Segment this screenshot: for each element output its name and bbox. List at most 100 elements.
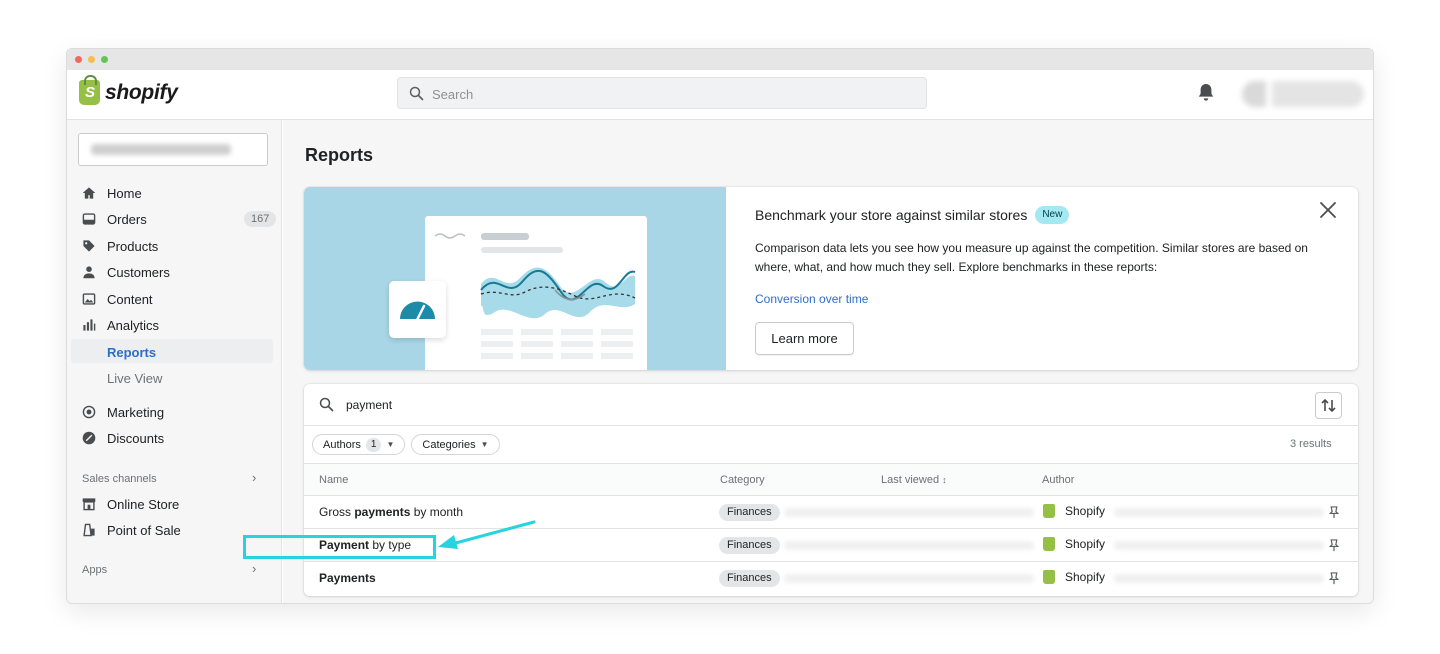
sidebar-item-label: Discounts — [107, 430, 165, 446]
annotation-highlight-box — [243, 535, 436, 559]
report-author: Shopify — [1043, 537, 1105, 551]
shopify-bag-icon: S — [79, 75, 100, 105]
sidebar-item-orders[interactable]: Orders 167 — [81, 208, 277, 230]
bar-chart-icon — [81, 318, 96, 333]
sidebar-item-marketing[interactable]: Marketing — [81, 401, 271, 423]
column-header-name[interactable]: Name — [319, 474, 348, 486]
sidebar-item-content[interactable]: Content — [81, 288, 271, 310]
pin-icon[interactable] — [1328, 506, 1340, 519]
person-icon — [81, 265, 96, 280]
chevron-right-icon[interactable]: › — [252, 561, 256, 576]
report-name-link[interactable]: Payments — [319, 571, 376, 585]
redacted-last-viewed — [784, 541, 1034, 550]
sidebar-item-analytics[interactable]: Analytics — [81, 314, 271, 336]
column-header-category[interactable]: Category — [720, 474, 765, 486]
bell-icon[interactable] — [1197, 83, 1215, 103]
sales-channels-heading: Sales channels — [82, 473, 157, 485]
pos-icon — [81, 523, 96, 538]
sort-arrows-icon — [1321, 398, 1336, 413]
image-icon — [81, 292, 96, 307]
redacted-cell — [1114, 508, 1324, 517]
category-badge: Finances — [719, 504, 780, 521]
sidebar-item-discounts[interactable]: Discounts — [81, 427, 271, 449]
caret-down-icon: ▼ — [480, 440, 489, 449]
authors-filter-chip[interactable]: Authors 1 ▼ — [312, 434, 406, 455]
category-badge: Finances — [719, 570, 780, 587]
apps-heading: Apps — [82, 564, 108, 576]
discount-icon — [81, 431, 96, 446]
active-nav-highlight — [71, 339, 273, 363]
target-icon — [81, 405, 96, 420]
reports-list-card: payment Authors 1 ▼ Categories ▼ 3 resul… — [304, 384, 1358, 596]
tag-icon — [81, 239, 96, 254]
banner-title-text: Benchmark your store against similar sto… — [755, 207, 1028, 223]
home-icon — [81, 186, 96, 201]
sidebar-item-label: Home — [107, 185, 142, 201]
redacted-last-viewed — [784, 508, 1034, 517]
chip-label: Authors — [323, 438, 361, 451]
browser-window: S shopify Search Home Orders 167 Product… — [66, 48, 1374, 604]
banner-title: Benchmark your store against similar sto… — [755, 206, 1070, 224]
report-author: Shopify — [1043, 504, 1105, 518]
report-filter-bar[interactable]: payment — [304, 384, 1358, 426]
search-placeholder: Search — [432, 87, 474, 102]
sidebar-item-label: Content — [107, 291, 153, 307]
benchmark-illustration — [304, 187, 726, 370]
account-menu[interactable] — [1242, 81, 1364, 107]
report-filter-input[interactable]: payment — [346, 398, 392, 412]
window-titlebar — [67, 49, 1373, 70]
sidebar-item-online-store[interactable]: Online Store — [81, 493, 271, 515]
caret-down-icon: ▼ — [386, 440, 395, 449]
sidebar-subitem-reports[interactable]: Reports — [107, 345, 156, 360]
benchmark-banner: Benchmark your store against similar sto… — [304, 187, 1358, 370]
sidebar: Home Orders 167 Products Customers Conte… — [67, 120, 282, 603]
filter-chips: Authors 1 ▼ Categories ▼ — [312, 434, 500, 455]
sidebar-item-customers[interactable]: Customers — [81, 261, 271, 283]
table-row[interactable]: Payments Finances Shopify — [304, 562, 1358, 595]
pin-icon[interactable] — [1328, 572, 1340, 585]
sidebar-item-products[interactable]: Products — [81, 235, 271, 257]
table-header: Name Category Last viewed ↕ Author — [304, 463, 1358, 496]
minimize-window-dot[interactable] — [88, 56, 95, 63]
sidebar-item-label: Orders — [107, 211, 147, 227]
sidebar-subitem-live-view[interactable]: Live View — [107, 371, 162, 386]
orders-count-badge: 167 — [244, 211, 277, 227]
sort-button[interactable] — [1315, 392, 1342, 419]
learn-more-button[interactable]: Learn more — [755, 322, 854, 355]
store-selector[interactable] — [78, 133, 268, 166]
report-author: Shopify — [1043, 570, 1105, 584]
sidebar-item-home[interactable]: Home — [81, 182, 271, 204]
brand-name: shopify — [105, 80, 178, 104]
sidebar-item-label: Analytics — [107, 317, 160, 333]
conversion-over-time-link[interactable]: Conversion over time — [755, 292, 868, 306]
pin-icon[interactable] — [1328, 539, 1340, 552]
orders-icon — [81, 212, 96, 227]
shopify-bag-icon — [1043, 537, 1055, 551]
top-bar: S shopify Search — [67, 70, 1373, 120]
results-count: 3 results — [1290, 438, 1332, 450]
column-header-last-viewed[interactable]: Last viewed ↕ — [881, 474, 947, 486]
redacted-cell — [1114, 574, 1324, 583]
categories-filter-chip[interactable]: Categories ▼ — [411, 434, 500, 455]
column-header-label: Last viewed — [881, 474, 940, 486]
page-title: Reports — [305, 145, 374, 165]
shopify-bag-icon — [1043, 504, 1055, 518]
sort-indicator-icon: ↕ — [942, 475, 947, 485]
maximize-window-dot[interactable] — [101, 56, 108, 63]
search-icon — [409, 86, 424, 101]
illustration-chart-graphic — [434, 233, 636, 359]
column-header-author[interactable]: Author — [1042, 474, 1074, 486]
annotation-arrow-icon — [438, 520, 536, 549]
redacted-cell — [1114, 541, 1324, 550]
close-icon[interactable] — [1318, 200, 1338, 220]
search-icon — [319, 397, 334, 412]
shopify-logo[interactable]: S shopify — [79, 75, 178, 105]
new-badge: New — [1035, 206, 1070, 224]
chevron-right-icon[interactable]: › — [252, 470, 256, 485]
sidebar-item-label: Customers — [107, 264, 170, 280]
sidebar-item-label: Products — [107, 238, 159, 254]
store-icon — [81, 497, 96, 512]
chip-label: Categories — [422, 438, 476, 451]
global-search[interactable]: Search — [397, 77, 927, 109]
close-window-dot[interactable] — [75, 56, 82, 63]
